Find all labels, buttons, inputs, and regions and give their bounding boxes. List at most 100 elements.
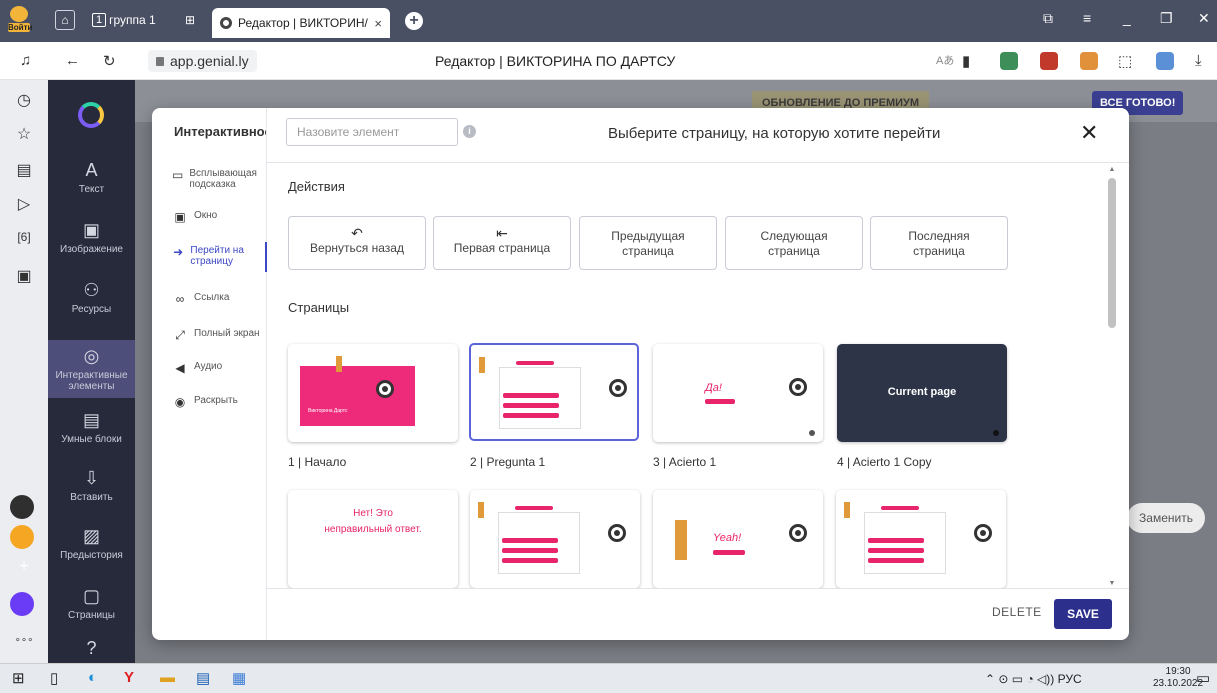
delete-button[interactable]: DELETE [992,605,1042,619]
undo-icon: ↶ [351,225,363,241]
thumb-title: Викторина Дартс [308,408,348,414]
sidebar-item-resources[interactable]: ⚇ Ресурсы [48,280,135,315]
menu-item-window[interactable]: ▣ Окно [172,210,267,224]
menu-item-tooltip[interactable]: ▭ Всплывающая подсказка [172,168,267,190]
tab-group[interactable]: 1 группа 1 [92,10,156,30]
next-page-button[interactable]: Следующая страница [725,216,863,270]
system-tray[interactable]: ⌃ ⊙ ▭ ◔ ◁)) РУС [985,672,1082,686]
minimize-icon[interactable]: _ [1123,10,1131,26]
download-icon[interactable]: ⤓ [1195,52,1202,69]
menu-item-audio[interactable]: ◀ Аудио [172,361,267,375]
menu-item-fullscreen[interactable]: ⤢ Полный экран [172,328,267,343]
save-button[interactable]: SAVE [1054,599,1112,629]
page-card-8[interactable] [836,490,1006,588]
menu-item-label: Перейти на страницу [190,245,244,267]
home-icon[interactable]: ⌂ [55,10,75,30]
menu-icon[interactable]: ≡ [1083,10,1091,26]
url-field[interactable]: app.genial.ly [148,50,257,72]
menu-item-go-to-page[interactable]: ➜ Перейти на страницу [172,245,267,267]
page-label: 1 | Начало [288,455,347,469]
dartboard-icon [609,379,627,397]
tab-editor[interactable]: Редактор | ВИКТОРИН/ × [212,8,390,38]
close-window-icon[interactable]: ✕ [1198,10,1210,27]
translate-icon[interactable]: Aあ [936,52,954,68]
alice-icon[interactable] [10,592,34,616]
menu-item-label: Раскрыть [194,395,238,406]
replace-button[interactable]: Заменить [1127,503,1205,533]
word-icon[interactable]: ▤ [196,669,210,687]
extension-icon[interactable] [1000,52,1018,70]
text-icon: A [85,160,98,180]
bell-icon[interactable]: ♫ [20,52,31,69]
more-icon[interactable]: ∘∘∘ [14,635,34,646]
title-bar [881,506,919,510]
sidebar-item-text[interactable]: A Текст [48,160,135,195]
history-icon[interactable]: ◷ [14,90,34,110]
sidebar-item-pages[interactable]: ▢ Страницы [48,586,135,621]
page-card-6[interactable] [470,490,640,588]
new-group-icon[interactable]: ⊞ [180,10,200,30]
page-card-1[interactable]: Викторина Дартс [288,344,458,442]
tab-close-icon[interactable]: × [374,16,382,31]
collections-icon[interactable]: ▤ [14,160,34,180]
scrollbar-thumb[interactable] [1108,178,1116,328]
adblock-icon[interactable] [1040,52,1058,70]
sidebar-item-image[interactable]: ▣ Изображение [48,220,135,255]
scroll-down-icon[interactable]: ▼ [1107,580,1117,587]
close-icon[interactable]: ✕ [1080,120,1098,146]
sidebar-item-label: Вставить [70,492,113,503]
maximize-icon[interactable]: ❐ [1160,10,1173,27]
reload-icon[interactable]: ↻ [103,52,116,70]
edge-icon[interactable]: ◐ [88,669,97,686]
bookmarks-icon[interactable]: ⧉ [1043,10,1053,27]
go-back-button[interactable]: ↶ Вернуться назад [288,216,426,270]
explorer-icon[interactable]: ▬ [160,669,175,686]
quiz-box [498,512,580,574]
windows-start-icon[interactable]: ⊞ [12,669,25,687]
scrollbar[interactable]: ▲ ▼ [1107,166,1117,591]
add-icon[interactable]: + [14,558,34,576]
page-card-5[interactable]: Нет! Это неправильный ответ. [288,490,458,588]
new-tab-button[interactable]: + [405,12,423,30]
favorites-icon[interactable]: ☆ [14,124,34,144]
scroll-up-icon[interactable]: ▲ [1107,166,1117,173]
sidebar-item-smart-blocks[interactable]: ▤ Умные блоки [48,410,135,445]
avatar-icon [10,6,28,22]
app-icon[interactable] [10,525,34,549]
page-card-3[interactable]: Да! [653,344,823,442]
app-icon[interactable]: ▦ [232,669,246,687]
extension-icon[interactable] [1080,52,1098,70]
interactive-icon: ◎ [83,346,100,366]
first-page-button[interactable]: ⇤ Первая страница [433,216,571,270]
page-card-2[interactable] [469,343,639,441]
sidebar-item-insert[interactable]: ⇩ Вставить [48,468,135,503]
help-icon[interactable]: ? [48,638,135,662]
page-card-7[interactable]: Yeah! [653,490,823,588]
previous-page-button[interactable]: Предыдущая страница [579,216,717,270]
screenshot-icon[interactable]: ▣ [14,266,34,286]
info-icon[interactable]: i [463,125,476,138]
calendar-icon[interactable]: [6] [14,230,34,244]
play-icon[interactable]: ▷ [14,194,34,214]
notifications-icon[interactable]: ▭ [1196,669,1210,687]
menu-item-label: Полный экран [194,328,260,339]
bookmark-icon[interactable]: ▮ [962,52,970,70]
login-button[interactable]: Войти [8,6,32,34]
app-icon[interactable] [10,495,34,519]
page-card-4[interactable]: Current page [837,344,1007,442]
language-indicator[interactable]: РУС [1058,672,1082,686]
extensions-icon[interactable]: ⬚ [1118,52,1132,70]
last-page-button[interactable]: Последняя страница [870,216,1008,270]
answer-bar [868,548,924,553]
menu-item-link[interactable]: ∞ Ссылка [172,292,267,306]
menu-item-reveal[interactable]: ◉ Раскрыть [172,395,267,409]
extension-icon[interactable] [1156,52,1174,70]
element-name-input[interactable]: Назовите элемент [286,118,458,146]
yandex-icon[interactable]: Y [124,669,134,686]
sidebar-item-interactive[interactable]: ◎ Интерактивные элементы [48,340,135,398]
page-label: 4 | Acierto 1 Copy [837,455,932,469]
player-figure [336,356,342,372]
sidebar-item-background[interactable]: ▨ Предыстория [48,526,135,561]
back-icon[interactable]: ← [65,52,80,69]
task-view-icon[interactable]: ▯ [50,669,58,687]
